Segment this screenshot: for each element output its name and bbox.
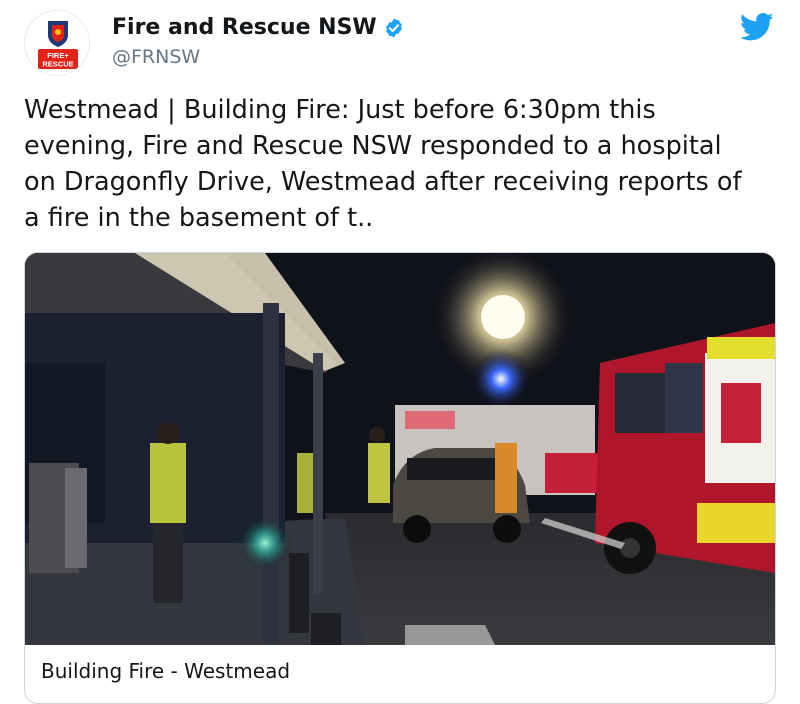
- avatar[interactable]: FIRE+ RESCUE: [24, 10, 90, 76]
- tweet-text-line: evening, Fire and Rescue NSW responded t…: [24, 131, 722, 161]
- media-card[interactable]: Building Fire - Westmead: [24, 252, 776, 704]
- verified-badge-icon: [385, 18, 402, 38]
- fire-rescue-logo: FIRE+ RESCUE: [26, 12, 89, 75]
- tweet-header: FIRE+ RESCUE Fire and Rescue NSW @FRNSW: [24, 8, 780, 78]
- media-photo[interactable]: [25, 253, 775, 645]
- night-fire-scene-image: [25, 253, 775, 645]
- tweet-text: Westmead | Building Fire: Just before 6:…: [24, 92, 784, 236]
- media-caption[interactable]: Building Fire - Westmead: [41, 659, 290, 683]
- tweet-card: FIRE+ RESCUE Fire and Rescue NSW @FRNSW …: [0, 0, 800, 704]
- logo-text-line2: RESCUE: [42, 60, 73, 69]
- author-names: Fire and Rescue NSW @FRNSW: [112, 14, 405, 70]
- twitter-bird-icon[interactable]: [740, 12, 774, 42]
- author-display-name[interactable]: Fire and Rescue NSW: [112, 14, 377, 42]
- tweet-text-line: on Dragonfly Drive, Westmead after recei…: [24, 167, 742, 197]
- author-display-name-row[interactable]: Fire and Rescue NSW: [112, 14, 405, 42]
- tweet-text-line: a fire in the basement of t..: [24, 203, 374, 233]
- author-handle[interactable]: @FRNSW: [112, 44, 405, 70]
- tweet-text-line: Westmead | Building Fire: Just before 6:…: [24, 95, 656, 125]
